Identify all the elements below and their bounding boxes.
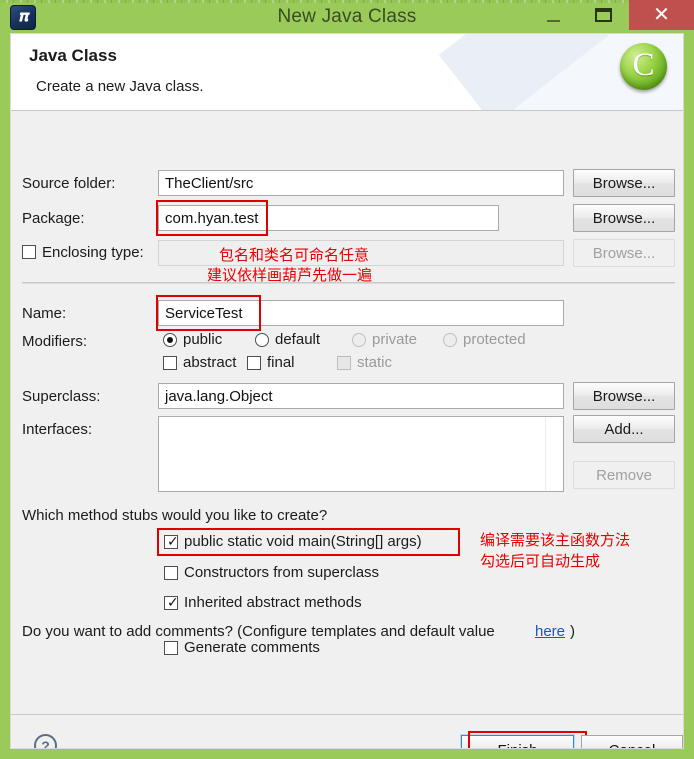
- minimize-icon: [546, 20, 560, 22]
- stub-checkbox-main[interactable]: ✓: [164, 533, 179, 549]
- stub-label-main: public static void main(String[] args): [184, 533, 422, 550]
- modifier-label-private: private: [372, 331, 418, 348]
- annotation-main-line1: 编译需要该主函数方法: [480, 531, 631, 549]
- superclass-label: Superclass:: [22, 388, 101, 405]
- window-title-bar: 𝛑 New Java Class ✕: [0, 0, 694, 33]
- enclosing-type-label: Enclosing type:: [42, 244, 144, 261]
- modifier-radio-protected: [443, 333, 457, 347]
- modifier-label-static: static: [357, 354, 393, 371]
- interfaces-scroll-divider: [545, 417, 546, 491]
- close-icon: ✕: [653, 4, 670, 26]
- comments-question-prefix: Do you want to add comments? (Configure …: [22, 623, 495, 640]
- minimize-button[interactable]: [530, 0, 576, 30]
- modifier-label-protected: protected: [463, 331, 526, 348]
- new-java-class-dialog: 𝛑 New Java Class ✕ Java Class Create a n…: [0, 0, 694, 759]
- modifier-radio-private: [352, 333, 366, 347]
- superclass-browse-button[interactable]: Browse...: [573, 382, 675, 410]
- source-folder-input[interactable]: TheClient/src: [158, 170, 564, 196]
- modifier-checkbox-abstract[interactable]: [163, 356, 177, 370]
- configure-templates-link[interactable]: here: [535, 623, 565, 640]
- class-badge-icon: C: [620, 43, 667, 90]
- superclass-input[interactable]: java.lang.Object: [158, 383, 564, 409]
- name-label: Name:: [22, 305, 67, 322]
- check-icon: ✓: [167, 533, 179, 549]
- dialog-body: Java Class Create a new Java class. C So…: [10, 33, 684, 749]
- modifier-checkbox-static: [337, 356, 351, 370]
- interfaces-remove-button: Remove: [573, 461, 675, 489]
- section-divider-1: [22, 282, 675, 284]
- modifiers-label: Modifiers:: [22, 333, 88, 350]
- check-icon: ✓: [167, 594, 179, 610]
- source-folder-browse-button[interactable]: Browse...: [573, 169, 675, 197]
- modifier-label-public: public: [183, 331, 223, 348]
- source-folder-label: Source folder:: [22, 175, 116, 192]
- enclosing-type-checkbox[interactable]: [22, 245, 36, 259]
- finish-button[interactable]: Finish: [460, 734, 575, 748]
- dialog-content: Source folder: TheClient/src Browse... P…: [11, 111, 683, 714]
- package-label: Package:: [22, 210, 85, 227]
- generate-comments-label: Generate comments: [184, 639, 320, 656]
- page-title: Java Class: [29, 46, 117, 65]
- package-input[interactable]: com.hyan.test: [158, 205, 499, 231]
- name-input[interactable]: ServiceTest: [158, 300, 564, 326]
- stub-checkbox-inherited[interactable]: ✓: [164, 594, 179, 610]
- enclosing-type-browse-button: Browse...: [573, 239, 675, 267]
- modifier-label-default: default: [275, 331, 321, 348]
- comments-question-suffix: ): [570, 623, 575, 640]
- interfaces-listbox[interactable]: [158, 416, 564, 492]
- package-browse-button[interactable]: Browse...: [573, 204, 675, 232]
- generate-comments-checkbox[interactable]: [164, 641, 178, 655]
- page-subtitle: Create a new Java class.: [36, 78, 204, 95]
- stub-label-inherited: Inherited abstract methods: [184, 594, 362, 611]
- modifier-radio-default[interactable]: [255, 333, 269, 347]
- maximize-button[interactable]: [580, 0, 626, 30]
- modifier-radio-public[interactable]: [163, 333, 177, 347]
- maximize-icon: [594, 8, 612, 22]
- close-button[interactable]: ✕: [629, 0, 694, 30]
- stub-label-constructors: Constructors from superclass: [184, 564, 380, 581]
- annotation-main-line2: 勾选后可自动生成: [480, 552, 601, 570]
- badge-letter: C: [632, 46, 655, 83]
- dialog-header: Java Class Create a new Java class. C: [11, 34, 683, 110]
- modifier-checkbox-final[interactable]: [247, 356, 261, 370]
- cancel-button[interactable]: Cancel: [581, 735, 683, 748]
- interfaces-add-button[interactable]: Add...: [573, 415, 675, 443]
- annotation-package-line1: 包名和类名可命名任意: [219, 246, 370, 264]
- modifier-label-final: final: [267, 354, 295, 371]
- modifier-label-abstract: abstract: [183, 354, 237, 371]
- radio-dot: [167, 337, 173, 343]
- method-stubs-question: Which method stubs would you like to cre…: [22, 507, 328, 524]
- stub-checkbox-constructors[interactable]: [164, 566, 178, 580]
- interfaces-label: Interfaces:: [22, 421, 93, 438]
